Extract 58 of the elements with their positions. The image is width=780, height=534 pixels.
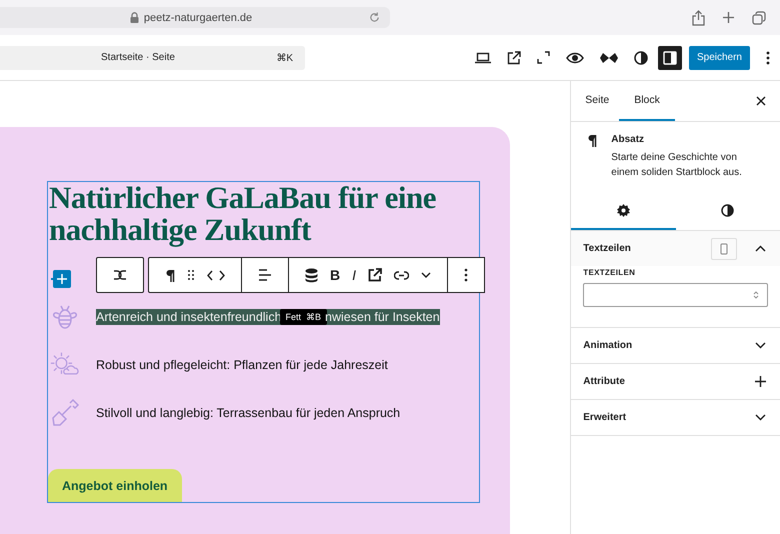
- plus-icon: [57, 274, 67, 284]
- sidebar-tab[interactable]: Seite: [575, 81, 620, 121]
- command-bar[interactable]: Startseite · Seite ⌘K: [0, 46, 305, 70]
- sidebar-icon: [662, 50, 677, 64]
- chevron-up-icon[interactable]: [755, 245, 766, 252]
- heading: Natürlicher GaLaBau für eine nachhaltige Zukunft: [48, 182, 437, 246]
- panel-title[interactable]: Erweitert: [583, 412, 745, 423]
- paragraph-icon: [587, 134, 598, 147]
- list-text: Robust und pflegeleicht: Pflanzen für jede Jahreszeit: [96, 358, 388, 372]
- more-options-icon[interactable]: [766, 50, 770, 64]
- field-label: TEXTZEILEN: [583, 268, 636, 277]
- tabs-overview-icon[interactable]: [752, 10, 766, 24]
- contrast-icon: [721, 204, 734, 216]
- transform-icon[interactable]: [113, 270, 127, 280]
- lock-icon: [130, 12, 139, 23]
- bold-button[interactable]: B: [330, 267, 340, 283]
- block-description: Starte deine Geschichte von einem soliden Startblock aus.: [611, 151, 743, 180]
- chevron-down-icon[interactable]: [755, 414, 766, 421]
- sidebar-tab[interactable]: Block: [619, 81, 675, 121]
- reload-icon[interactable]: [369, 12, 380, 23]
- quote-request-button[interactable]: Angebot einholen: [48, 469, 182, 502]
- panel-title[interactable]: Textzeilen: [583, 243, 701, 254]
- list-text: Stilvoll und langlebig: Terrassenbau für jeden Anspruch: [96, 406, 400, 420]
- block-title: Absatz: [611, 134, 646, 145]
- chevron-down-icon[interactable]: [755, 342, 766, 349]
- move-arrows-icon[interactable]: [207, 270, 225, 280]
- external-link-icon[interactable]: [368, 268, 382, 282]
- contrast-icon[interactable]: [634, 50, 648, 64]
- paragraph-icon[interactable]: [165, 268, 175, 282]
- database-icon[interactable]: [305, 268, 318, 282]
- new-tab-icon[interactable]: [722, 11, 735, 24]
- save-button[interactable]: Speichern: [688, 46, 750, 70]
- align-icon[interactable]: [258, 269, 272, 281]
- share-icon[interactable]: [692, 10, 705, 26]
- plus-icon[interactable]: [755, 376, 766, 387]
- number-input[interactable]: [583, 283, 768, 307]
- spinner-arrows-icon: [753, 290, 759, 300]
- fullscreen-icon[interactable]: [536, 51, 550, 64]
- italic-button[interactable]: I: [352, 267, 356, 283]
- phone-icon: [720, 242, 728, 254]
- panel-title[interactable]: Animation: [583, 340, 745, 351]
- url-text: peetz-naturgaerten.de: [144, 12, 252, 24]
- eye-icon[interactable]: [566, 52, 584, 64]
- drag-handle-icon[interactable]: [187, 269, 195, 281]
- list-text: Artenreich und insektenfreundlich Fett ⌘B nwiesen für Insekten: [96, 309, 440, 325]
- external-link-icon[interactable]: [506, 50, 521, 64]
- link-icon[interactable]: [394, 270, 410, 280]
- close-icon[interactable]: [756, 96, 766, 106]
- address-field[interactable]: peetz-naturgaerten.de: [0, 7, 390, 28]
- gear-icon: [616, 204, 630, 216]
- device-button[interactable]: [711, 238, 737, 260]
- sidebar-toggle-button[interactable]: [658, 46, 682, 70]
- shovel-icon: [50, 398, 80, 428]
- laptop-icon[interactable]: [474, 52, 491, 64]
- chevron-down-icon[interactable]: [421, 272, 432, 278]
- insert-block-button[interactable]: [53, 270, 71, 288]
- panel-title[interactable]: Attribute: [583, 376, 745, 387]
- more-options-icon[interactable]: [464, 268, 468, 282]
